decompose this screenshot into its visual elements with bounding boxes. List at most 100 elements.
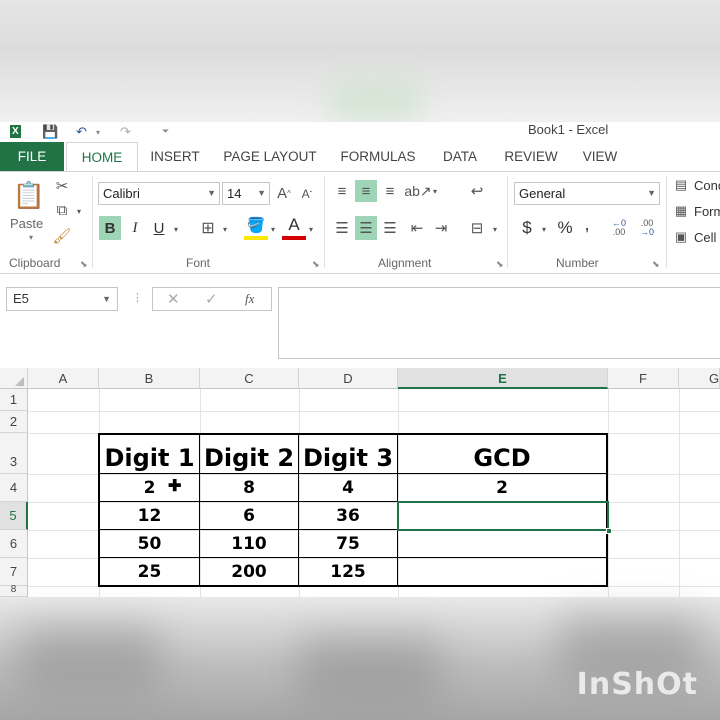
merge-dropdown-icon[interactable]: ▾: [490, 224, 500, 234]
underline-button[interactable]: U: [149, 216, 169, 240]
paste-label[interactable]: Paste: [10, 216, 43, 231]
align-bottom-icon[interactable]: ≡: [379, 180, 401, 202]
bold-button[interactable]: B: [99, 216, 121, 240]
row-header[interactable]: 3: [0, 433, 28, 474]
column-header[interactable]: F: [608, 368, 679, 389]
cell-styles-icon[interactable]: ▣: [672, 228, 690, 246]
table-cell[interactable]: 4: [299, 474, 397, 501]
row-header[interactable]: 2: [0, 411, 28, 433]
row-header[interactable]: 7: [0, 558, 28, 586]
table-cell[interactable]: 12: [100, 502, 199, 529]
tab-page-layout[interactable]: PAGE LAYOUT: [222, 142, 318, 171]
alignment-launcher-icon[interactable]: ⬊: [496, 259, 504, 270]
row-header[interactable]: 6: [0, 530, 28, 558]
tab-insert[interactable]: INSERT: [146, 142, 204, 171]
column-header[interactable]: D: [299, 368, 398, 389]
align-center-icon[interactable]: ☰: [355, 216, 377, 240]
italic-button[interactable]: I: [125, 216, 145, 240]
fill-handle[interactable]: [606, 528, 612, 534]
undo-icon[interactable]: ↶: [76, 124, 87, 140]
selected-cell-outline[interactable]: [397, 501, 612, 534]
cut-icon[interactable]: ✂: [52, 176, 72, 196]
enter-icon[interactable]: ✓: [205, 290, 218, 308]
table-header-cell[interactable]: Digit 1: [100, 435, 199, 473]
number-format-combo[interactable]: General ▼: [514, 182, 660, 205]
row-header-selected[interactable]: 5: [0, 502, 28, 530]
tab-data[interactable]: DATA: [436, 142, 484, 171]
table-cell[interactable]: [398, 558, 606, 585]
table-cell[interactable]: 110: [200, 530, 298, 557]
table-cell[interactable]: 125: [299, 558, 397, 585]
row-header[interactable]: 1: [0, 389, 28, 411]
copy-dropdown-icon[interactable]: ▾: [74, 206, 84, 216]
table-header-cell[interactable]: Digit 2: [200, 435, 298, 473]
font-color-icon[interactable]: A: [282, 214, 306, 240]
align-middle-icon[interactable]: ≡: [355, 180, 377, 202]
underline-dropdown-icon[interactable]: ▾: [171, 224, 181, 234]
cancel-icon[interactable]: ✕: [167, 290, 180, 308]
align-right-icon[interactable]: ☰: [379, 216, 401, 240]
conditional-formatting-icon[interactable]: ▤: [672, 176, 690, 194]
row-header[interactable]: 4: [0, 474, 28, 502]
table-cell[interactable]: 25: [100, 558, 199, 585]
comma-style-button[interactable]: ,: [580, 212, 594, 236]
format-painter-icon[interactable]: 🖌: [52, 226, 72, 246]
table-cell[interactable]: 2: [398, 474, 606, 501]
borders-icon[interactable]: ⊞: [198, 216, 218, 240]
column-header[interactable]: G: [679, 368, 720, 389]
tab-view[interactable]: VIEW: [578, 142, 622, 171]
fill-color-dropdown-icon[interactable]: ▾: [268, 224, 278, 234]
undo-dropdown-icon[interactable]: ▾: [96, 128, 100, 137]
orientation-dropdown-icon[interactable]: ▾: [430, 186, 440, 196]
column-header[interactable]: A: [28, 368, 99, 389]
font-size-combo[interactable]: 14 ▼: [222, 182, 270, 205]
increase-decimal-button[interactable]: ←0.00: [608, 216, 630, 240]
tab-review[interactable]: REVIEW: [500, 142, 562, 171]
cell-styles-label[interactable]: Cell: [694, 230, 716, 245]
increase-indent-icon[interactable]: ⇥: [430, 216, 452, 240]
splitter-dots[interactable]: ⋮: [132, 291, 143, 304]
number-launcher-icon[interactable]: ⬊: [652, 259, 660, 270]
font-color-dropdown-icon[interactable]: ▾: [306, 224, 316, 234]
column-header[interactable]: B: [99, 368, 200, 389]
percent-style-button[interactable]: %: [554, 216, 576, 240]
format-as-table-label[interactable]: Form: [694, 204, 720, 219]
table-cell[interactable]: 75: [299, 530, 397, 557]
borders-dropdown-icon[interactable]: ▾: [220, 224, 230, 234]
tab-formulas[interactable]: FORMULAS: [336, 142, 420, 171]
table-cell[interactable]: 50: [100, 530, 199, 557]
format-as-table-icon[interactable]: ▦: [672, 202, 690, 220]
align-top-icon[interactable]: ≡: [331, 180, 353, 202]
table-cell[interactable]: [398, 530, 606, 557]
formula-input[interactable]: [278, 287, 720, 359]
conditional-formatting-label[interactable]: Conc: [694, 178, 720, 193]
table-header-cell[interactable]: GCD: [398, 435, 606, 473]
table-cell[interactable]: 36: [299, 502, 397, 529]
table-cell[interactable]: 2: [100, 474, 199, 501]
save-icon[interactable]: 💾: [42, 124, 58, 140]
name-box[interactable]: E5 ▼: [6, 287, 118, 311]
font-launcher-icon[interactable]: ⬊: [312, 259, 320, 270]
tab-file[interactable]: FILE: [0, 142, 64, 171]
copy-icon[interactable]: ⧉: [52, 200, 72, 220]
clipboard-launcher-icon[interactable]: ⬊: [80, 259, 88, 270]
table-cell[interactable]: 8: [200, 474, 298, 501]
decrease-indent-icon[interactable]: ⇤: [406, 216, 428, 240]
merge-center-icon[interactable]: ⊟: [466, 216, 488, 240]
currency-format-button[interactable]: $: [517, 216, 537, 240]
insert-function-icon[interactable]: fx: [245, 291, 254, 307]
column-header[interactable]: C: [200, 368, 299, 389]
font-name-combo[interactable]: Calibri ▼: [98, 182, 220, 205]
table-header-cell[interactable]: Digit 3: [299, 435, 397, 473]
table-cell[interactable]: 6: [200, 502, 298, 529]
tab-home[interactable]: HOME: [66, 142, 138, 172]
row-header[interactable]: 8: [0, 585, 28, 597]
column-header-selected[interactable]: E: [398, 368, 608, 389]
shrink-font-icon[interactable]: Aˇ: [298, 184, 316, 204]
paste-icon[interactable]: 📋: [12, 178, 46, 212]
decrease-decimal-button[interactable]: .00 →0: [636, 216, 658, 240]
redo-icon[interactable]: ↷: [120, 124, 131, 140]
currency-dropdown-icon[interactable]: ▾: [539, 224, 549, 234]
fill-color-icon[interactable]: 🪣: [244, 214, 268, 240]
paste-dropdown-icon[interactable]: ▾: [26, 232, 36, 242]
